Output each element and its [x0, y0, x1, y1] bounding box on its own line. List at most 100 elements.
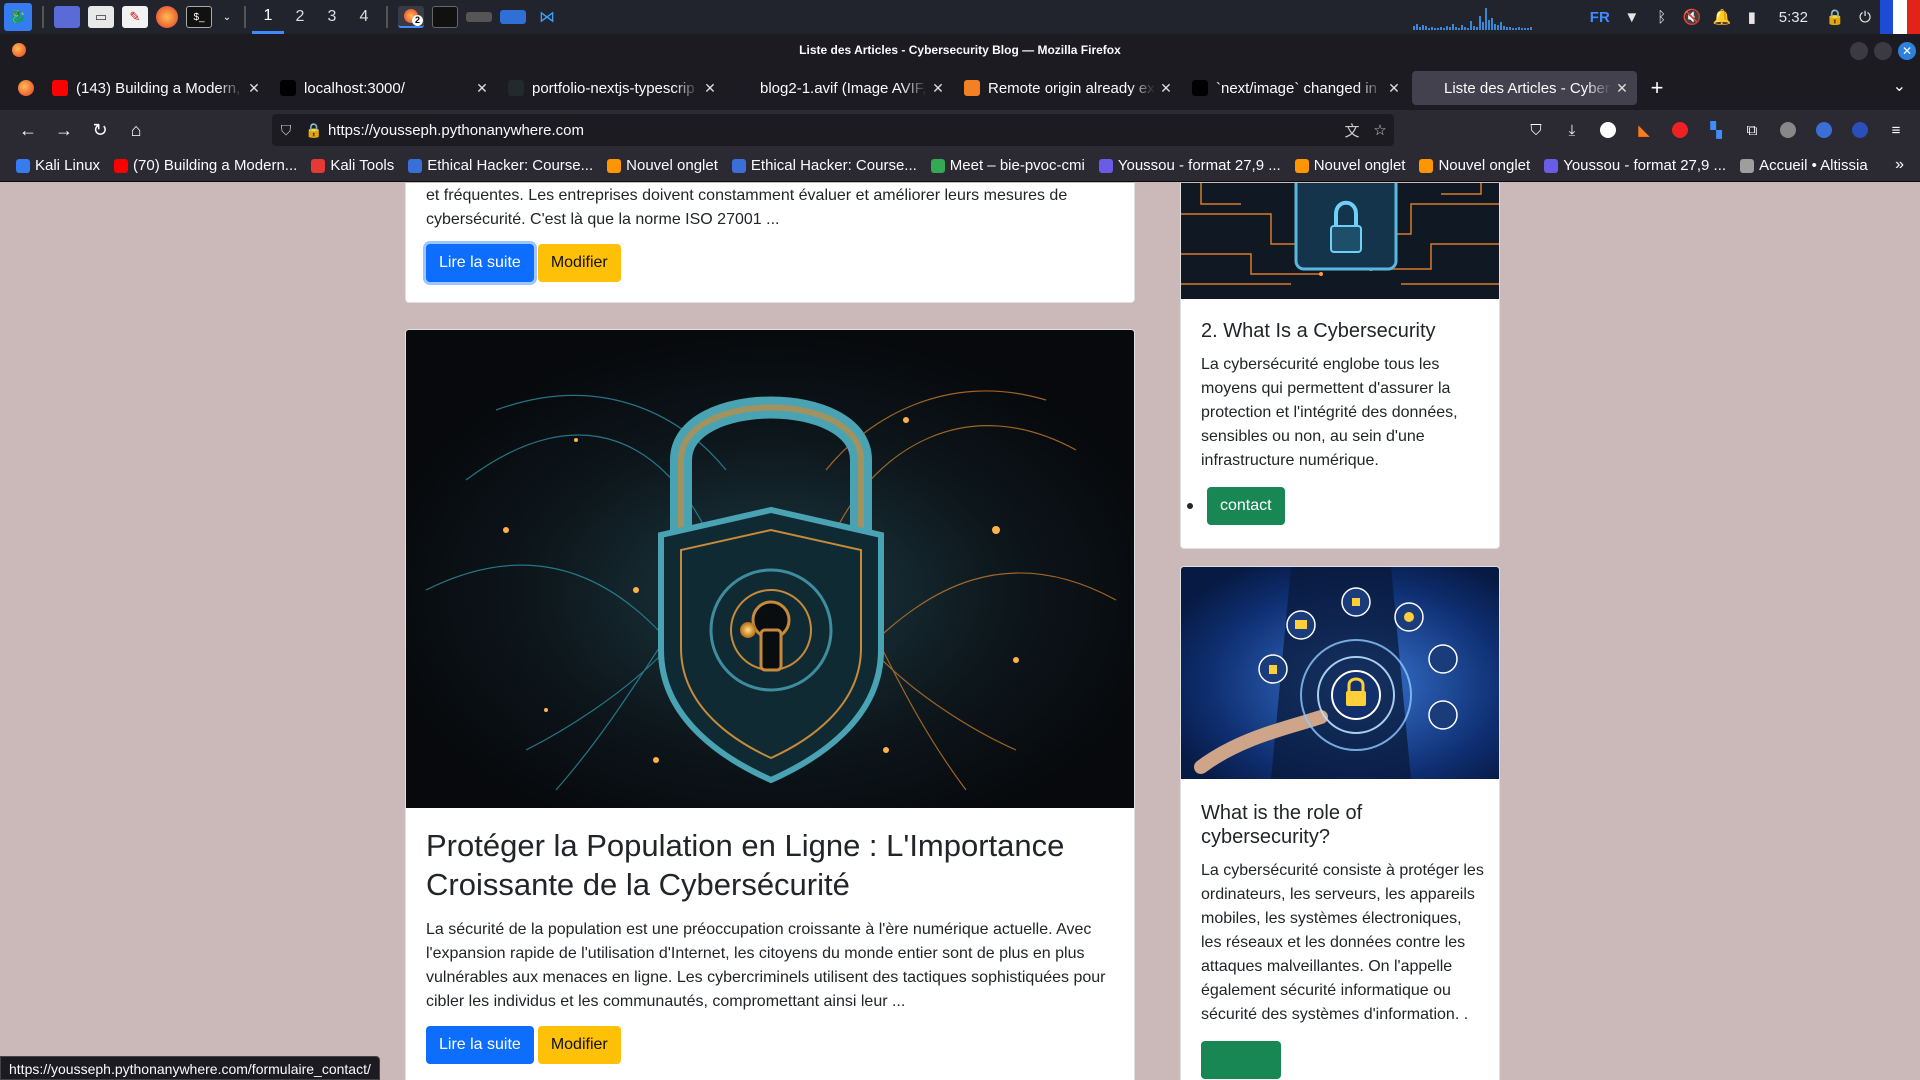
cursor-extension-icon[interactable] [1806, 114, 1842, 146]
bluetooth-icon[interactable]: ᛒ [1647, 0, 1677, 34]
terminal-window-icon[interactable] [432, 6, 458, 28]
bookmark-item[interactable]: Kali Linux [16, 157, 100, 174]
tab-1[interactable]: (143) Building a Modern, F ✕ [44, 71, 269, 105]
profile-extension-icon[interactable] [1842, 114, 1878, 146]
clock[interactable]: 5:32 [1779, 9, 1808, 26]
forward-button[interactable]: → [46, 114, 82, 146]
bookmark-item[interactable]: Nouvel onglet [1294, 157, 1405, 174]
window-title: Liste des Articles - Cybersecurity Blog … [799, 43, 1121, 57]
list-all-tabs-button[interactable]: ⌄ [1893, 76, 1906, 96]
translate-icon[interactable]: 文 [1338, 120, 1366, 141]
contact-button[interactable]: contact [1207, 487, 1285, 525]
workspace-2[interactable]: 2 [284, 0, 316, 34]
edit-button[interactable]: Modifier [537, 1026, 621, 1064]
read-more-button[interactable]: Lire la suite [426, 1026, 534, 1064]
bookmark-star-icon[interactable]: ☆ [1366, 121, 1394, 139]
yoroi-extension-icon[interactable] [1590, 114, 1626, 146]
extensions-puzzle-icon[interactable]: ⧉ [1734, 114, 1770, 146]
article-title[interactable]: Protéger la Population en Ligne : L'Impo… [426, 826, 1116, 904]
file-manager-icon[interactable]: ▭ [88, 6, 114, 28]
folder-window-icon[interactable] [500, 10, 526, 24]
reload-button[interactable]: ↻ [82, 114, 118, 146]
close-tab-icon[interactable]: ✕ [703, 80, 717, 97]
battery-icon[interactable]: ▮ [1737, 0, 1767, 34]
bookmark-favicon-icon [408, 158, 423, 173]
home-button[interactable]: ⌂ [118, 114, 154, 146]
bookmark-label: Nouvel onglet [1438, 157, 1531, 174]
close-tab-icon[interactable]: ✕ [1615, 80, 1629, 97]
kali-menu-icon[interactable]: 🐉 [4, 3, 32, 31]
terminal-icon[interactable]: $_ [186, 6, 212, 28]
bookmark-item[interactable]: (70) Building a Modern... [114, 157, 297, 174]
edit-button[interactable]: Modifier [537, 244, 621, 282]
maximize-button[interactable] [1874, 42, 1892, 60]
workspace-4[interactable]: 4 [348, 0, 380, 34]
text-editor-icon[interactable]: ✎ [122, 6, 148, 28]
list-bullet [1187, 503, 1193, 509]
read-more-button[interactable]: Lire la suite [426, 244, 534, 282]
workspace-1[interactable]: 1 [252, 0, 284, 34]
close-tab-icon[interactable]: ✕ [931, 80, 945, 97]
page-content: et fréquentes. Les entreprises doivent c… [0, 183, 1920, 1080]
triangle-icon [280, 80, 296, 96]
lock-screen-icon[interactable]: 🔒 [1820, 0, 1850, 34]
close-tab-icon[interactable]: ✕ [1387, 80, 1401, 97]
wifi-icon[interactable]: ▼ [1617, 0, 1647, 34]
tab-3[interactable]: portfolio-nextjs-typescrip ✕ [500, 71, 725, 105]
tab-7[interactable]: Liste des Articles - Cybersecu✕ [1412, 71, 1637, 105]
close-tab-icon[interactable]: ✕ [247, 80, 261, 97]
tracking-protection-icon[interactable]: ⛉ [272, 122, 300, 139]
pocket-icon[interactable]: ⛉ [1518, 114, 1554, 146]
blue-extension-icon[interactable]: ▚ [1698, 114, 1734, 146]
chevron-down-icon[interactable]: ⌄ [220, 6, 234, 28]
contact-button-partial[interactable] [1201, 1041, 1281, 1079]
workspace-3[interactable]: 3 [316, 0, 348, 34]
bookmark-item[interactable]: Ethical Hacker: Course... [731, 157, 917, 174]
desktop-icon[interactable] [54, 6, 80, 28]
new-tab-button[interactable]: + [1640, 71, 1674, 105]
volume-muted-icon[interactable]: 🔇 [1677, 0, 1707, 34]
bookmark-label: Ethical Hacker: Course... [427, 157, 594, 174]
bookmark-item[interactable]: Accueil • Altissia [1740, 157, 1868, 174]
notification-bell-icon[interactable]: 🔔 [1707, 0, 1737, 34]
close-tab-icon[interactable]: ✕ [1159, 80, 1173, 97]
sidebar-card-title[interactable]: 2. What Is a Cybersecurity [1201, 319, 1481, 343]
article-excerpt: La sécurité de la population est une pré… [426, 921, 1106, 1010]
france-flag-icon[interactable] [1880, 0, 1920, 34]
grey-extension-icon[interactable] [1770, 114, 1806, 146]
sidebar-card-title[interactable]: What is the role of cybersecurity? [1201, 801, 1486, 849]
tab-5[interactable]: Remote origin already exi ✕ [956, 71, 1181, 105]
app-window-icon[interactable] [466, 12, 492, 22]
hamburger-menu-icon[interactable]: ≡ [1878, 114, 1914, 146]
download-icon[interactable]: ⤓ [1554, 114, 1590, 146]
url-text[interactable]: https://yousseph.pythonanywhere.com [328, 122, 1338, 139]
tab-6[interactable]: `next/image` changed in ✕ [1184, 71, 1409, 105]
bookmark-item[interactable]: Nouvel onglet [1419, 157, 1530, 174]
firefox-launcher-icon[interactable] [156, 6, 178, 28]
more-bookmarks-chevron-icon[interactable]: » [1895, 156, 1904, 174]
firefox-window-icon[interactable]: 2 [398, 6, 424, 28]
firefox-view-button[interactable] [8, 71, 44, 105]
vscode-window-icon[interactable]: ⋈ [534, 6, 560, 28]
os-taskbar: 🐉 ▭ ✎ $_ ⌄ 1 2 3 4 2 ⋈ FR ▼ ᛒ 🔇 🔔 ▮ 5:32… [0, 0, 1920, 34]
red-extension-icon[interactable] [1662, 114, 1698, 146]
wappalyzer-extension-icon[interactable]: ◣ [1626, 114, 1662, 146]
status-link-preview: https://yousseph.pythonanywhere.com/form… [0, 1056, 380, 1080]
keyboard-layout-indicator[interactable]: FR [1583, 0, 1617, 34]
close-window-button[interactable]: ✕ [1898, 42, 1916, 60]
bookmark-item[interactable]: Kali Tools [311, 157, 394, 174]
tab-4[interactable]: blog2-1.avif (Image AVIF, 100✕ [728, 71, 953, 105]
close-tab-icon[interactable]: ✕ [475, 80, 489, 97]
bookmark-item[interactable]: Nouvel onglet [607, 157, 718, 174]
lock-icon[interactable]: 🔒 [300, 122, 328, 139]
power-icon[interactable]: ⏻ [1850, 0, 1880, 34]
back-button[interactable]: ← [10, 114, 46, 146]
url-bar[interactable]: ⛉ 🔒 https://yousseph.pythonanywhere.com … [272, 114, 1394, 146]
tab-title: Liste des Articles - Cybersecu [1444, 79, 1611, 97]
bookmark-item[interactable]: Ethical Hacker: Course... [408, 157, 593, 174]
minimize-button[interactable] [1850, 42, 1868, 60]
bookmark-item[interactable]: Youssou - format 27,9 ... [1544, 157, 1726, 174]
tab-2[interactable]: localhost:3000/ ✕ [272, 71, 497, 105]
bookmark-item[interactable]: Youssou - format 27,9 ... [1098, 157, 1281, 174]
bookmark-item[interactable]: Meet – bie-pvoc-cmi [930, 157, 1085, 174]
